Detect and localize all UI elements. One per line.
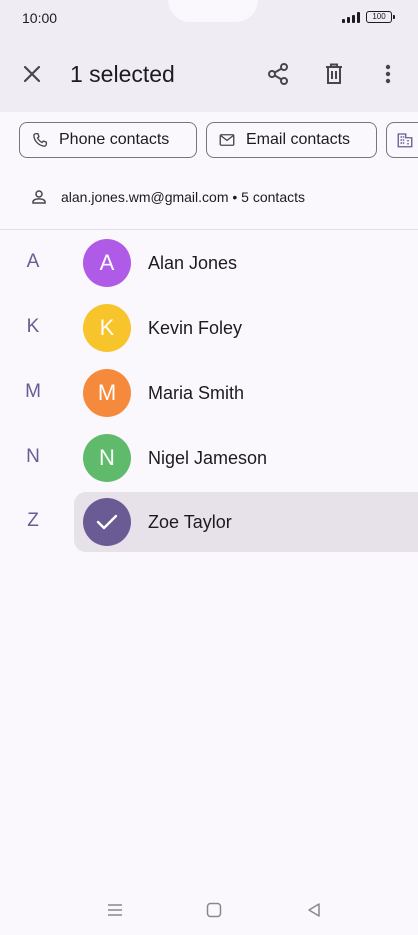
chip-email-contacts[interactable]: Email contacts (206, 122, 377, 158)
filter-chips: Phone contacts Email contacts (19, 122, 418, 158)
avatar: K (83, 304, 131, 352)
chip-phone-contacts[interactable]: Phone contacts (19, 122, 197, 158)
contact-name: Nigel Jameson (148, 448, 268, 468)
divider (0, 229, 418, 230)
contact-row-zoe-taylor[interactable]: Z Zoe Taylor (0, 492, 418, 552)
chip-organization[interactable] (386, 122, 418, 158)
contact-row-alan-jones[interactable]: A A Alan Jones (0, 233, 418, 293)
contact-row-kevin-foley[interactable]: K K Kevin Foley (0, 298, 418, 358)
close-icon (23, 65, 41, 83)
account-summary: alan.jones.wm@gmail.com • 5 contacts (61, 189, 305, 205)
chip-label: Email contacts (246, 131, 351, 148)
account-header: alan.jones.wm@gmail.com • 5 contacts (30, 188, 305, 206)
share-icon (268, 63, 288, 85)
phone-screen: 10:00 100 1 selected Phone contacts Emai… (0, 0, 418, 935)
camera-notch (168, 0, 258, 22)
chip-label: Phone contacts (59, 131, 170, 148)
phone-icon (33, 132, 48, 147)
section-letter: A (26, 251, 40, 272)
contact-name: Zoe Taylor (148, 512, 232, 532)
more-options-button[interactable] (374, 60, 402, 88)
mail-icon (219, 134, 235, 146)
contact-name: Maria Smith (148, 383, 245, 403)
home-square-icon (206, 902, 222, 918)
section-letter: M (25, 381, 41, 402)
section-letter: Z (27, 510, 39, 531)
system-nav-bar (0, 890, 418, 930)
avatar: M (83, 369, 131, 417)
avatar: N (83, 434, 131, 482)
checkmark-icon (96, 514, 118, 530)
contact-name: Kevin Foley (148, 318, 243, 338)
recents-button[interactable] (105, 900, 125, 920)
building-icon (397, 133, 413, 148)
more-vert-icon (385, 64, 391, 84)
status-icons: 100 (342, 11, 395, 23)
contact-row-nigel-jameson[interactable]: N N Nigel Jameson (0, 428, 418, 488)
home-button[interactable] (204, 900, 224, 920)
back-triangle-icon (308, 903, 320, 917)
section-letter: N (26, 446, 40, 467)
avatar-selected (83, 498, 131, 546)
contact-name: Alan Jones (148, 253, 238, 273)
close-selection-button[interactable] (18, 60, 46, 88)
trash-icon (326, 63, 342, 84)
person-icon (32, 190, 46, 204)
avatar: A (83, 239, 131, 287)
share-button[interactable] (264, 60, 292, 88)
status-time: 10:00 (22, 10, 58, 26)
delete-button[interactable] (320, 60, 348, 88)
back-button[interactable] (304, 900, 324, 920)
menu-lines-icon (108, 904, 122, 916)
section-letter: K (26, 316, 40, 337)
signal-icon (342, 11, 360, 23)
page-title: 1 selected (70, 61, 175, 87)
contact-row-maria-smith[interactable]: M M Maria Smith (0, 363, 418, 423)
battery-icon: 100 (366, 11, 395, 23)
